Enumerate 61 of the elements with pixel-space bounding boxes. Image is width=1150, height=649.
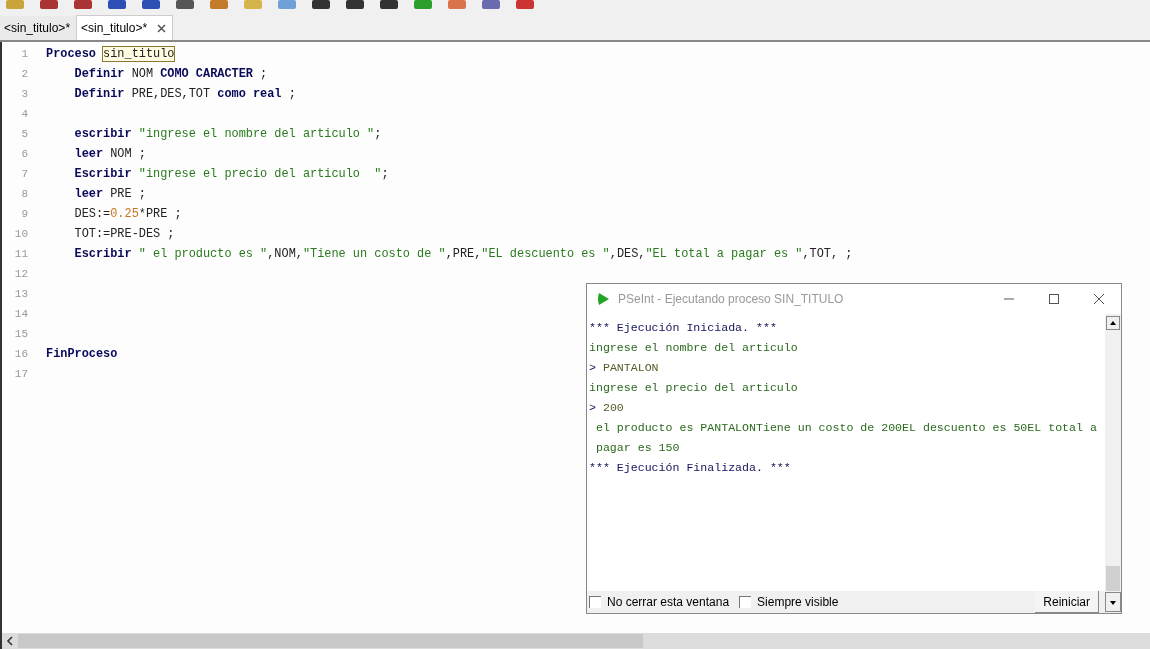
line-number: 8 [20, 188, 28, 200]
maximize-icon[interactable] [1048, 293, 1060, 305]
line-number: 10 [13, 228, 28, 240]
line-number: 6 [20, 148, 28, 160]
checkbox[interactable] [739, 596, 752, 608]
toolbar-icon[interactable] [38, 0, 60, 10]
code-line: TOT:=PRE-DES ; [73, 227, 175, 241]
code-line: Escribir "ingrese el precio del articulo "; [73, 167, 389, 181]
line-number: 7 [20, 168, 28, 180]
toolbar-icon[interactable] [378, 0, 400, 10]
line-number: 5 [20, 128, 28, 140]
scroll-down-icon[interactable] [1105, 592, 1121, 612]
console-line: > 200 [589, 400, 624, 414]
checkbox[interactable] [589, 596, 601, 608]
code-line: leer PRE ; [73, 187, 146, 201]
close-icon[interactable] [1093, 293, 1105, 305]
window-title: PSeInt - Ejecutando proceso SIN_TITULO [618, 292, 844, 306]
code-line: Definir NOM COMO CARACTER ; [73, 67, 268, 81]
line-number: 14 [13, 308, 28, 320]
line-number: 9 [20, 208, 28, 220]
scroll-up-icon[interactable] [1106, 316, 1120, 330]
code-line: escribir "ingrese el nombre del articulo "; [73, 127, 382, 141]
line-number: 2 [20, 68, 28, 80]
editor-tab[interactable]: <sin_titulo>* [76, 15, 174, 40]
editor-tab[interactable]: <sin_titulo>* [0, 16, 77, 40]
console-line: ingrese el precio del articulo [589, 380, 798, 394]
toolbar-icon[interactable] [72, 0, 94, 10]
app-logo-icon [596, 292, 610, 306]
line-number: 3 [20, 88, 28, 100]
line-number: 13 [13, 288, 28, 300]
toolbar-icon[interactable] [140, 0, 162, 10]
console-line: pagar es 150 [594, 440, 680, 454]
toolbar-icon[interactable] [310, 0, 332, 10]
console-line: el producto es PANTALONTiene un costo de 200EL descuento es 50EL total a [594, 420, 1097, 434]
line-number: 15 [13, 328, 28, 340]
scrollbar-thumb[interactable] [18, 634, 643, 648]
code-line: Escribir " el producto es ",NOM,"Tiene un costo de ",PRE,"EL descuento es ",DES,"EL total a pagar es ",TOT, ; [73, 247, 853, 261]
checkbox-label: No cerrar esta ventana [607, 595, 730, 609]
restart-button[interactable]: Reiniciar [1035, 591, 1099, 613]
toolbar-icon[interactable] [106, 0, 128, 10]
line-number: 16 [13, 348, 28, 360]
toolbar-icon[interactable] [344, 0, 366, 10]
console-line: ingrese el nombre del articulo [589, 340, 798, 354]
line-number: 17 [13, 368, 28, 380]
code-line: leer NOM ; [73, 147, 146, 161]
line-number: 1 [20, 48, 28, 60]
close-icon[interactable] [157, 23, 167, 33]
console-line: *** Ejecución Finalizada. *** [589, 460, 791, 474]
toolbar-icon[interactable] [174, 0, 196, 10]
checkbox-label: Siempre visible [757, 595, 839, 609]
code-line: DES:=0.25*PRE ; [73, 207, 182, 221]
scrollbar-thumb[interactable] [1106, 566, 1120, 591]
code-line: Definir PRE,DES,TOT como real ; [73, 87, 296, 101]
console-line: *** Ejecución Iniciada. *** [589, 320, 777, 334]
console-line: > PANTALON [589, 360, 659, 374]
line-number: 11 [13, 248, 28, 260]
code-line: Proceso sin_titulo [46, 47, 175, 61]
scroll-left-icon[interactable] [4, 635, 16, 647]
code-line: FinProceso [46, 347, 118, 361]
line-number: 4 [20, 108, 28, 120]
line-number: 12 [13, 268, 28, 280]
